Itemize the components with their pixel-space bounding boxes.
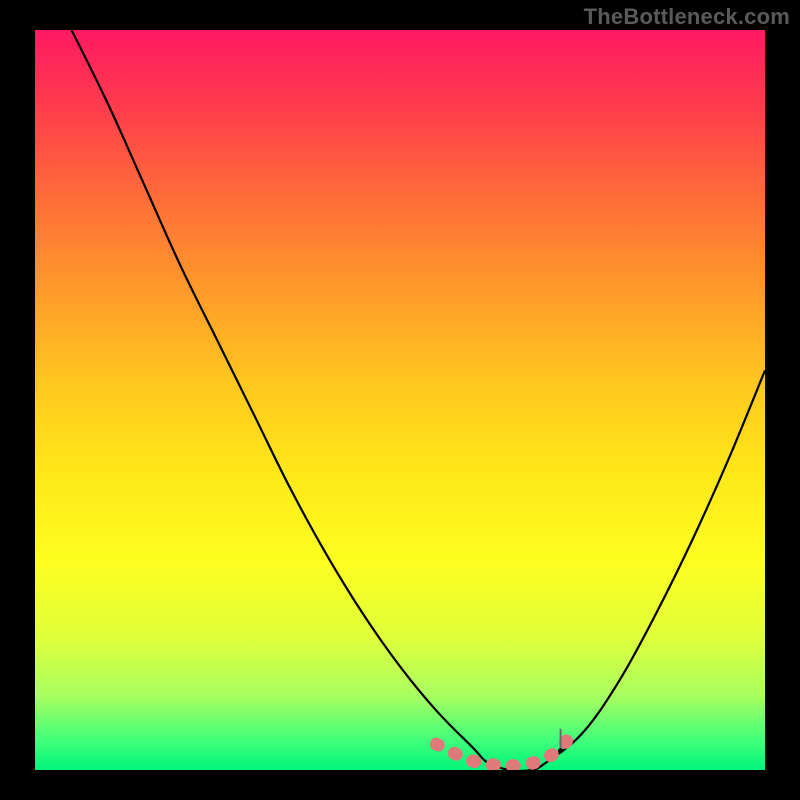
plot-area <box>35 30 765 770</box>
chart-svg <box>35 30 765 770</box>
chart-frame: TheBottleneck.com <box>0 0 800 800</box>
watermark-text: TheBottleneck.com <box>584 4 790 30</box>
marker-dot <box>558 748 563 753</box>
ideal-zone-curve <box>437 729 576 766</box>
bottleneck-curve <box>72 30 766 770</box>
